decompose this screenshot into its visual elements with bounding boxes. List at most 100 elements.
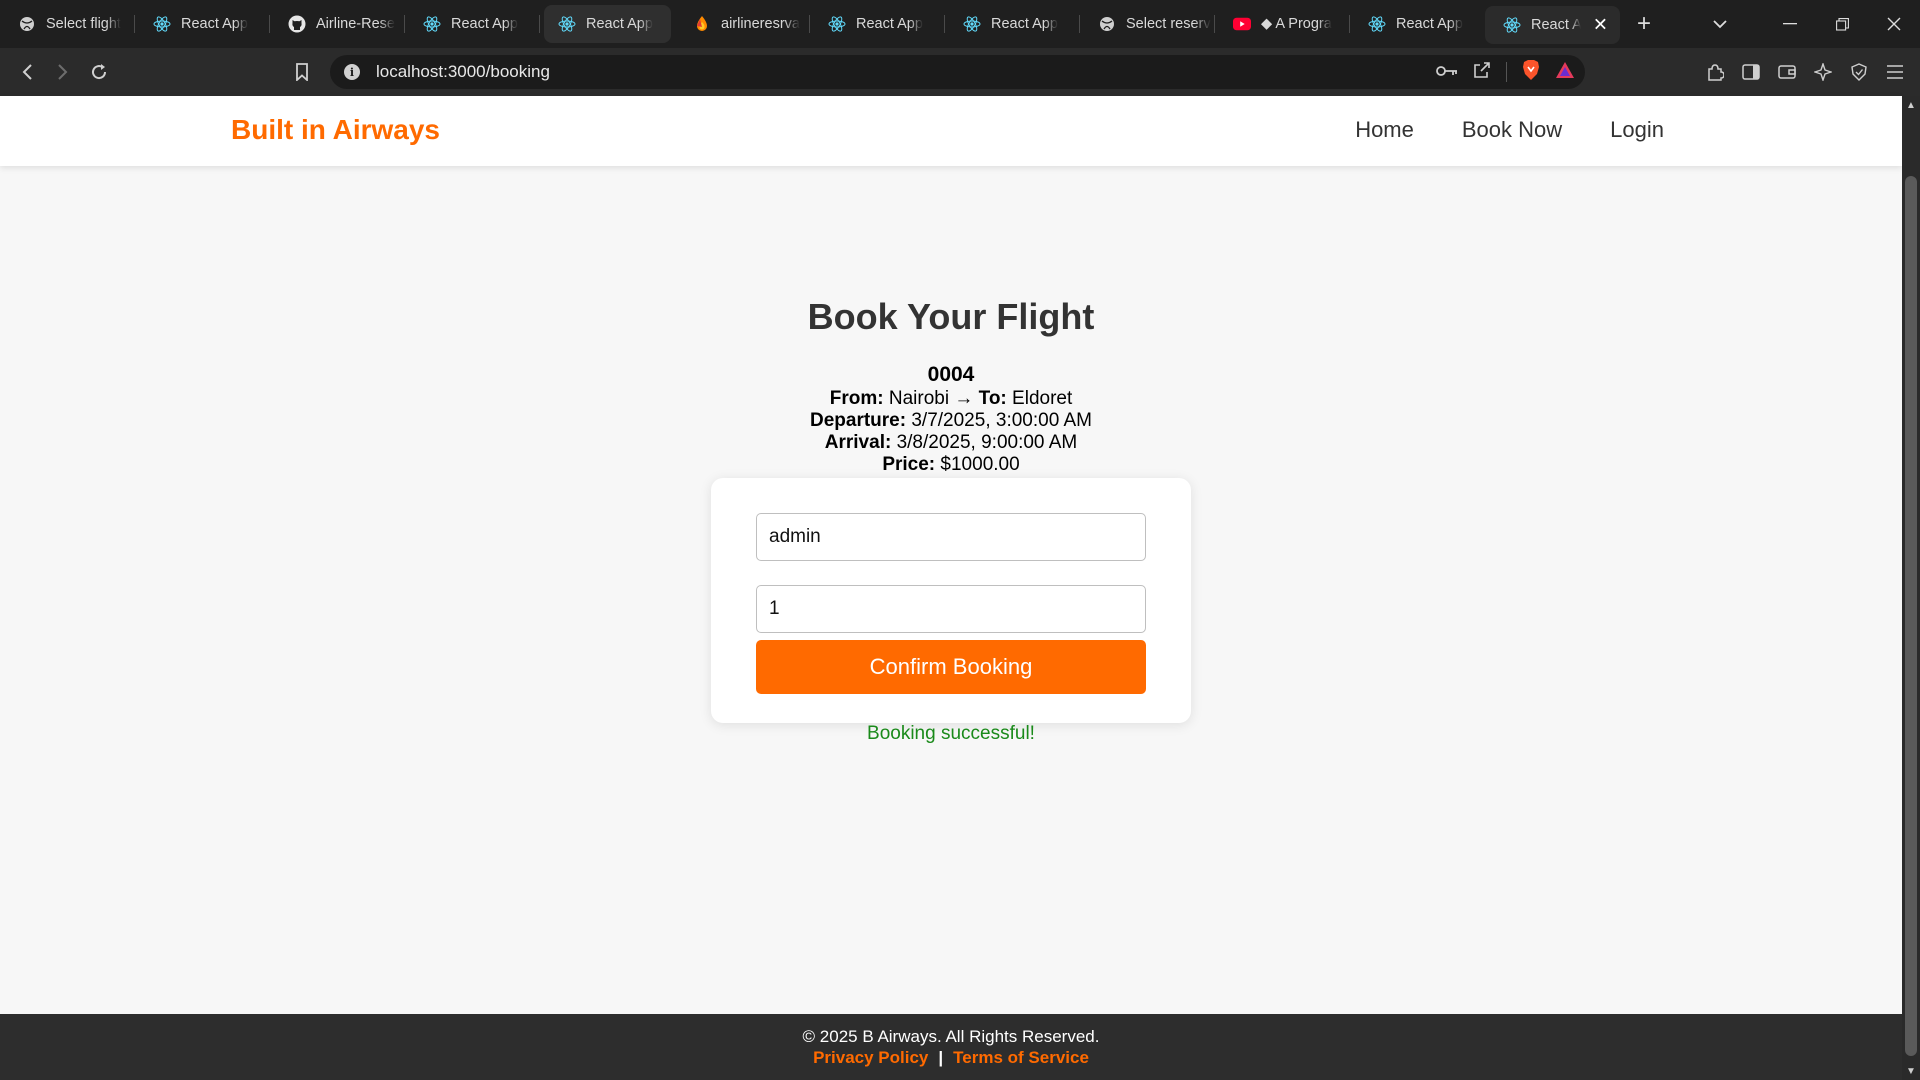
minimize-button[interactable] bbox=[1764, 0, 1816, 48]
menu-icon[interactable] bbox=[1880, 57, 1910, 87]
youtube-icon bbox=[1233, 15, 1251, 33]
leo-ai-icon[interactable] bbox=[1808, 57, 1838, 87]
price-value: $1000.00 bbox=[940, 454, 1020, 475]
arrival-label: Arrival: bbox=[824, 432, 892, 453]
browser-tab[interactable]: ◆ A Progra bbox=[1215, 0, 1350, 48]
nav-link-login[interactable]: Login bbox=[1610, 117, 1664, 143]
reload-button[interactable] bbox=[81, 54, 117, 90]
browser-tab-label: Select reserv bbox=[1126, 16, 1211, 32]
forward-button[interactable] bbox=[45, 54, 81, 90]
route-line: From: Nairobi → To: Eldoret bbox=[0, 388, 1902, 410]
bookmark-button[interactable] bbox=[284, 54, 320, 90]
browser-tab-label: React App bbox=[181, 16, 248, 32]
brave-rewards-icon[interactable] bbox=[1555, 61, 1575, 84]
browser-tab[interactable]: React App bbox=[405, 0, 540, 48]
browser-tab[interactable]: React App bbox=[135, 0, 270, 48]
password-key-icon[interactable] bbox=[1436, 62, 1458, 82]
globe-icon bbox=[1098, 15, 1116, 33]
browser-tab[interactable]: Select reserv bbox=[1080, 0, 1215, 48]
browser-tab-strip: Select flight React App Airline-Rese Rea… bbox=[0, 0, 1920, 48]
restore-icon bbox=[1835, 17, 1849, 31]
wallet-icon[interactable] bbox=[1772, 57, 1802, 87]
booking-form: Confirm Booking bbox=[711, 478, 1191, 723]
scroll-up-arrow-icon[interactable]: ▲ bbox=[1902, 96, 1920, 114]
github-icon bbox=[288, 15, 306, 33]
browser-toolbar: i localhost:3000/booking bbox=[0, 48, 1920, 96]
browser-tab-label: React App bbox=[1396, 16, 1463, 32]
site-footer: © 2025 B Airways. All Rights Reserved. P… bbox=[0, 1014, 1902, 1080]
browser-tab-active[interactable]: React A ✕ bbox=[1485, 6, 1620, 44]
privacy-policy-link[interactable]: Privacy Policy bbox=[813, 1048, 928, 1067]
firebase-icon bbox=[693, 15, 711, 33]
site-info-icon[interactable]: i bbox=[344, 64, 360, 80]
departure-value: 3/7/2025, 3:00:00 AM bbox=[911, 410, 1092, 431]
nav-link-book-now[interactable]: Book Now bbox=[1462, 117, 1562, 143]
main-nav: Home Book Now Login bbox=[1355, 117, 1664, 143]
to-value: Eldoret bbox=[1012, 388, 1073, 409]
browser-tab[interactable]: React App bbox=[810, 0, 945, 48]
page-viewport: Built in Airways Home Book Now Login Boo… bbox=[0, 96, 1902, 1080]
extensions-icon[interactable] bbox=[1700, 57, 1730, 87]
address-bar-actions bbox=[1436, 55, 1575, 89]
brand-logo[interactable]: Built in Airways bbox=[231, 114, 440, 146]
route-arrow-icon: → bbox=[954, 388, 974, 409]
browser-tab[interactable]: React App bbox=[540, 0, 675, 48]
page-scrollbar[interactable]: ▲ ▼ bbox=[1902, 96, 1920, 1080]
react-icon bbox=[1368, 15, 1386, 33]
tab-search-button[interactable] bbox=[1690, 0, 1750, 48]
scroll-down-arrow-icon[interactable]: ▼ bbox=[1902, 1062, 1920, 1080]
seats-input[interactable] bbox=[756, 585, 1146, 633]
browser-tab-label: airlineresrva bbox=[721, 16, 800, 32]
from-label: From: bbox=[829, 388, 884, 409]
vpn-icon[interactable] bbox=[1844, 57, 1874, 87]
browser-tab[interactable]: React App bbox=[945, 0, 1080, 48]
flight-details: 0004 From: Nairobi → To: Eldoret Departu… bbox=[0, 364, 1902, 476]
restore-button[interactable] bbox=[1816, 0, 1868, 48]
booking-status-message: Booking successful! bbox=[867, 723, 1035, 744]
copyright-text: © 2025 B Airways. All Rights Reserved. bbox=[802, 1027, 1100, 1046]
browser-tab-label: React App bbox=[586, 16, 653, 32]
browser-tab-label: Select flight bbox=[46, 16, 121, 32]
browser-tab[interactable]: Airline-Rese bbox=[270, 0, 405, 48]
arrow-right-icon bbox=[58, 64, 68, 80]
footer-separator: | bbox=[938, 1048, 944, 1067]
arrow-left-icon bbox=[22, 64, 32, 80]
divider bbox=[1506, 62, 1507, 82]
close-window-button[interactable] bbox=[1868, 0, 1920, 48]
reload-icon bbox=[92, 64, 107, 80]
passenger-name-input[interactable] bbox=[756, 513, 1146, 561]
plus-icon: + bbox=[1636, 10, 1651, 37]
browser-tab-label: React App bbox=[451, 16, 518, 32]
bookmark-icon bbox=[296, 63, 308, 81]
window-controls bbox=[1690, 0, 1920, 48]
site-header: Built in Airways Home Book Now Login bbox=[0, 96, 1902, 166]
url-text: localhost:3000/booking bbox=[376, 62, 550, 81]
browser-tab[interactable]: Select flight bbox=[0, 0, 135, 48]
browser-tab-label: Airline-Rese bbox=[316, 16, 395, 32]
react-icon bbox=[828, 15, 846, 33]
react-icon bbox=[423, 15, 441, 33]
arrival-value: 3/8/2025, 9:00:00 AM bbox=[896, 432, 1078, 453]
confirm-booking-button[interactable]: Confirm Booking bbox=[756, 640, 1146, 694]
page-title: Book Your Flight bbox=[807, 296, 1095, 337]
back-button[interactable] bbox=[9, 54, 45, 90]
react-icon bbox=[153, 15, 171, 33]
departure-label: Departure: bbox=[810, 410, 907, 431]
browser-tab[interactable]: airlineresrva bbox=[675, 0, 810, 48]
terms-of-service-link[interactable]: Terms of Service bbox=[953, 1048, 1089, 1067]
brave-shields-icon[interactable] bbox=[1521, 59, 1541, 86]
departure-line: Departure: 3/7/2025, 3:00:00 AM bbox=[0, 410, 1902, 432]
nav-link-home[interactable]: Home bbox=[1355, 117, 1414, 143]
new-tab-button[interactable]: + bbox=[1620, 0, 1668, 48]
price-label: Price: bbox=[882, 454, 936, 475]
browser-tab[interactable]: React App bbox=[1350, 0, 1485, 48]
scrollbar-thumb[interactable] bbox=[1905, 176, 1917, 1056]
flight-number: 0004 bbox=[927, 363, 975, 386]
globe-icon bbox=[18, 15, 36, 33]
footer-links: Privacy Policy | Terms of Service bbox=[0, 1048, 1902, 1068]
browser-tab-label: ◆ A Progra bbox=[1261, 16, 1332, 32]
address-bar[interactable]: i localhost:3000/booking bbox=[330, 55, 1585, 89]
share-icon[interactable] bbox=[1472, 60, 1492, 85]
close-tab-icon[interactable]: ✕ bbox=[1593, 15, 1608, 36]
sidebar-icon[interactable] bbox=[1736, 57, 1766, 87]
